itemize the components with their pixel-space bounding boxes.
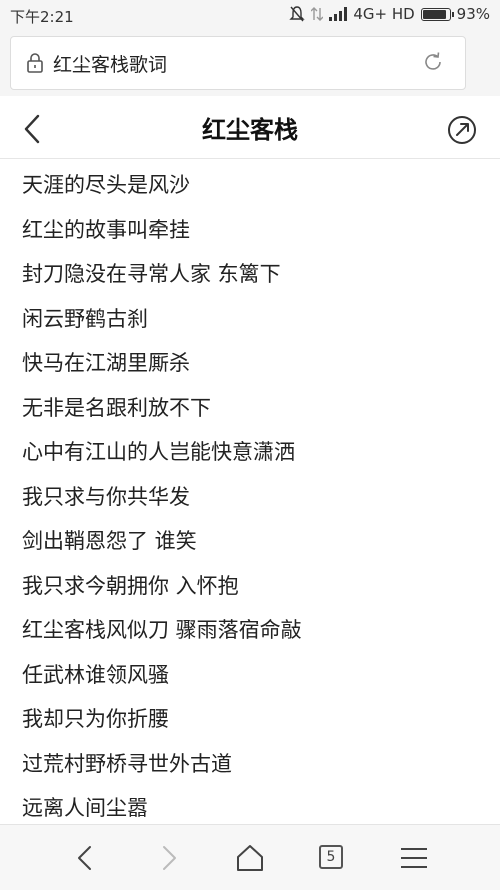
address-text[interactable]: 红尘客栈歌词 bbox=[53, 50, 167, 77]
status-time: 下午2:21 bbox=[10, 8, 74, 26]
lyric-line: 红尘客栈风似刀 骤雨落宿命敲 bbox=[22, 618, 302, 642]
status-bar: 下午2:21 4G+ HD 93% bbox=[0, 0, 500, 30]
lyric-line: 红尘的故事叫牵挂 bbox=[22, 217, 190, 242]
lyric-line: 任武林谁领风骚 bbox=[22, 662, 169, 687]
browser-toolbar: 红尘客栈歌词 bbox=[0, 30, 500, 96]
refresh-icon[interactable] bbox=[421, 50, 445, 74]
page-title: 红尘客栈 bbox=[202, 116, 298, 144]
network-type: 4G+ HD bbox=[353, 5, 415, 23]
lyric-line: 天涯的尽头是风沙 bbox=[22, 173, 190, 197]
battery-icon bbox=[420, 7, 454, 21]
lyric-line: 剑出鞘恩怨了 谁笑 bbox=[22, 529, 197, 553]
home-icon[interactable] bbox=[234, 842, 266, 874]
address-bar[interactable]: 红尘客栈歌词 bbox=[10, 36, 466, 90]
lyric-line: 无非是名跟利放不下 bbox=[22, 395, 211, 420]
browser-bottom-bar: 5 bbox=[0, 824, 500, 890]
lyric-line: 过荒村野桥寻世外古道 bbox=[22, 751, 232, 776]
lyric-line: 闲云野鹤古刹 bbox=[22, 306, 148, 331]
lyric-line: 我只求与你共华发 bbox=[22, 484, 190, 509]
lyric-line: 我只求今朝拥你 入怀抱 bbox=[22, 573, 239, 598]
lyric-line: 封刀隐没在寻常人家 东篱下 bbox=[22, 262, 281, 286]
share-icon[interactable] bbox=[446, 114, 478, 146]
lyric-line: 心中有江山的人岂能快意潇洒 bbox=[22, 440, 295, 464]
lyric-line: 我却只为你折腰 bbox=[22, 707, 169, 731]
signal-icon bbox=[329, 7, 348, 21]
mute-icon bbox=[289, 6, 306, 22]
battery-percent: 93% bbox=[456, 5, 490, 23]
lock-icon bbox=[27, 53, 43, 73]
page-header: 红尘客栈 bbox=[0, 100, 500, 159]
tabs-icon[interactable]: 5 bbox=[319, 845, 343, 869]
menu-icon[interactable] bbox=[398, 842, 430, 874]
back-arrow-icon[interactable] bbox=[70, 842, 102, 874]
lyrics-list: 天涯的尽头是风沙 红尘的故事叫牵挂 封刀隐没在寻常人家 东篱下 闲云野鹤古刹 快… bbox=[22, 163, 482, 831]
forward-arrow-icon[interactable] bbox=[152, 842, 184, 874]
lyric-line: 快马在江湖里厮杀 bbox=[22, 351, 190, 375]
transfer-icon bbox=[311, 7, 324, 21]
